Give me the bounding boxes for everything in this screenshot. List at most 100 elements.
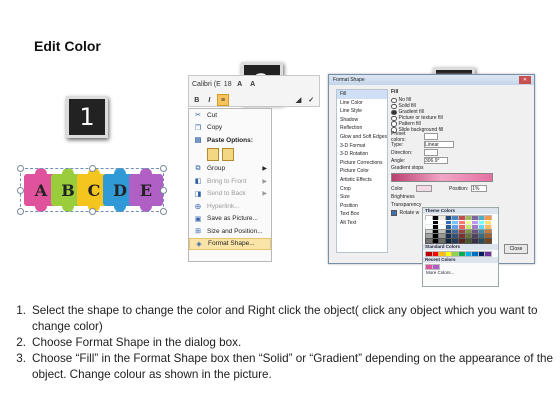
category-crop[interactable]: Crop <box>337 185 387 194</box>
option-solid-fill[interactable]: Solid fill <box>391 103 529 109</box>
grow-font-icon[interactable]: A <box>235 79 245 89</box>
color-swatch[interactable] <box>464 224 473 231</box>
resize-handle[interactable] <box>89 165 96 172</box>
color-swatch[interactable] <box>484 228 493 235</box>
menu-item-group[interactable]: ⧉ Group ▶ <box>189 163 271 176</box>
color-swatch[interactable] <box>484 233 493 240</box>
color-swatch[interactable] <box>471 237 480 244</box>
category-line-style[interactable]: Line Style <box>337 107 387 116</box>
category-3d-format[interactable]: 3-D Format <box>337 142 387 151</box>
color-swatch[interactable] <box>451 224 460 231</box>
menu-item-send-to-back[interactable]: ◨ Send to Back ▶ <box>189 188 271 201</box>
color-swatch[interactable] <box>444 237 453 244</box>
color-swatch[interactable] <box>464 237 473 244</box>
preset-colors-dropdown[interactable] <box>424 133 438 141</box>
color-swatch[interactable] <box>431 237 440 244</box>
color-swatch[interactable] <box>484 215 493 221</box>
color-swatch[interactable] <box>477 233 486 240</box>
color-swatch[interactable] <box>431 263 440 270</box>
color-swatch[interactable] <box>451 228 460 235</box>
resize-handle[interactable] <box>17 208 24 215</box>
italic-icon[interactable]: I <box>205 95 215 105</box>
color-swatch[interactable] <box>444 228 453 235</box>
color-swatch[interactable] <box>444 224 453 231</box>
color-swatch[interactable] <box>425 250 433 257</box>
option-gradient-fill[interactable]: Gradient fill <box>391 109 529 115</box>
color-swatch[interactable] <box>477 237 486 244</box>
category-picture-color[interactable]: Picture Color <box>337 167 387 176</box>
color-swatch[interactable] <box>451 233 460 240</box>
color-swatch[interactable] <box>425 228 433 235</box>
color-swatch[interactable] <box>425 233 433 240</box>
color-swatch[interactable] <box>438 228 447 235</box>
color-swatch[interactable] <box>438 237 447 244</box>
position-field[interactable]: 1% <box>471 185 488 193</box>
resize-handle[interactable] <box>160 165 167 172</box>
option-pattern-fill[interactable]: Pattern fill <box>391 121 529 127</box>
menu-item-bring-to-front[interactable]: ◧ Bring to Front ▶ <box>189 175 271 188</box>
rotate-checkbox[interactable] <box>391 210 397 216</box>
category-alt-text[interactable]: Alt Text <box>337 219 387 228</box>
color-swatch[interactable] <box>477 219 486 226</box>
category-fill[interactable]: Fill <box>337 90 387 99</box>
close-icon[interactable]: ✕ <box>519 76 531 84</box>
color-swatch[interactable] <box>425 219 433 226</box>
menu-item-copy[interactable]: ❐ Copy <box>189 122 271 135</box>
resize-handle[interactable] <box>17 165 24 172</box>
color-swatch[interactable] <box>451 250 460 257</box>
option-picture-fill[interactable]: Picture or texture fill <box>391 115 529 121</box>
close-button[interactable]: Close <box>504 244 528 254</box>
paste-picture-icon[interactable] <box>222 148 234 161</box>
color-swatch[interactable] <box>457 224 466 231</box>
color-swatch[interactable] <box>457 250 466 257</box>
resize-handle[interactable] <box>89 208 96 215</box>
color-swatch[interactable] <box>457 215 466 221</box>
color-swatch[interactable] <box>431 233 440 240</box>
color-swatch[interactable] <box>431 250 440 257</box>
color-swatch[interactable] <box>471 224 480 231</box>
option-no-fill[interactable]: No fill <box>391 97 529 103</box>
color-swatch[interactable] <box>464 215 473 221</box>
color-swatch[interactable] <box>438 219 447 226</box>
category-3d-rotation[interactable]: 3-D Rotation <box>337 150 387 159</box>
color-swatch[interactable] <box>451 237 460 244</box>
color-swatch[interactable] <box>431 228 440 235</box>
color-swatch[interactable] <box>431 224 440 231</box>
color-swatch[interactable] <box>471 219 480 226</box>
color-swatch[interactable] <box>425 215 433 221</box>
puzzle-shape[interactable]: A B C D E <box>17 165 167 215</box>
color-swatch[interactable] <box>451 219 460 226</box>
color-swatch[interactable] <box>477 215 486 221</box>
menu-item-format-shape[interactable]: ◈ Format Shape... <box>189 237 271 250</box>
color-swatch[interactable] <box>444 233 453 240</box>
color-swatch[interactable] <box>477 224 486 231</box>
color-swatch[interactable] <box>464 233 473 240</box>
color-swatch[interactable] <box>484 237 493 244</box>
category-line-color[interactable]: Line Color <box>337 99 387 108</box>
color-swatch[interactable] <box>464 228 473 235</box>
category-shadow[interactable]: Shadow <box>337 116 387 125</box>
color-swatch[interactable] <box>438 233 447 240</box>
bold-icon[interactable]: B <box>192 95 202 105</box>
font-name-box[interactable]: Calibri (E <box>192 81 221 88</box>
color-swatch[interactable] <box>425 237 433 244</box>
color-swatch[interactable] <box>484 250 493 257</box>
menu-item-hyperlink[interactable]: 🜨 Hyperlink... <box>189 200 271 213</box>
color-swatch[interactable] <box>484 219 493 226</box>
menu-item-save-as-picture[interactable]: ▣ Save as Picture... <box>189 213 271 226</box>
category-size[interactable]: Size <box>337 193 387 202</box>
color-swatch[interactable] <box>425 224 433 231</box>
color-swatch[interactable] <box>457 228 466 235</box>
category-picture-corrections[interactable]: Picture Corrections <box>337 159 387 168</box>
category-position[interactable]: Position <box>337 202 387 211</box>
color-swatch[interactable] <box>431 215 440 221</box>
color-swatch[interactable] <box>471 250 480 257</box>
color-swatch[interactable] <box>471 215 480 221</box>
color-swatch[interactable] <box>464 219 473 226</box>
color-swatch[interactable] <box>477 228 486 235</box>
color-swatch[interactable] <box>438 224 447 231</box>
format-painter-icon[interactable]: ✓ <box>306 95 316 105</box>
angle-field[interactable]: 306.9° <box>424 157 448 165</box>
more-colors-link[interactable]: More Colors... <box>423 270 498 276</box>
color-swatch[interactable] <box>444 219 453 226</box>
